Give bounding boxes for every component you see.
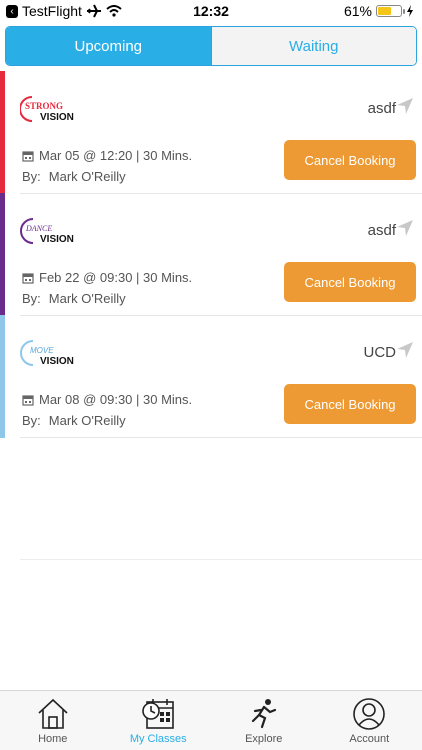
by-label: By: xyxy=(22,169,41,184)
calendar-icon xyxy=(22,394,34,406)
bottom-tab-bar: Home My Classes Explore Account xyxy=(0,690,422,750)
booking-list: STRONG VISION asdf Mar 05 @ 12:20 | 30 M… xyxy=(0,71,422,438)
booking-datetime-text: Feb 22 @ 09:30 | 30 Mins. xyxy=(39,270,193,285)
tab-explore[interactable]: Explore xyxy=(211,691,317,750)
tab-account-label: Account xyxy=(349,733,390,745)
by-label: By: xyxy=(22,291,41,306)
svg-text:DANCE: DANCE xyxy=(25,224,52,233)
strong-vision-logo: STRONG VISION xyxy=(20,96,74,123)
battery-percent: 61% xyxy=(343,3,372,19)
calendar-clock-icon xyxy=(142,699,175,729)
tab-account[interactable]: Account xyxy=(317,691,422,750)
booking-segment-control: Upcoming Waiting xyxy=(5,26,417,66)
by-label: By: xyxy=(22,413,41,428)
status-bar: ‹ TestFlight 12:32 61% xyxy=(0,0,422,22)
svg-text:VISION: VISION xyxy=(40,234,74,245)
booking-card: MOVE VISION UCD Mar 08 @ 09:30 | 30 Mins… xyxy=(0,315,422,438)
home-icon xyxy=(38,698,68,729)
tab-my-classes-label: My Classes xyxy=(129,733,187,745)
runner-icon xyxy=(251,699,276,729)
svg-text:MOVE: MOVE xyxy=(30,346,54,355)
svg-text:VISION: VISION xyxy=(40,356,74,367)
move-vision-logo: MOVE VISION xyxy=(20,340,74,367)
booking-datetime-text: Mar 08 @ 09:30 | 30 Mins. xyxy=(39,392,193,407)
booking-card: DANCE VISION asdf Feb 22 @ 09:30 | 30 Mi… xyxy=(0,193,422,316)
tab-upcoming[interactable]: Upcoming xyxy=(6,27,211,65)
booking-instructor: By: Mark O'Reilly xyxy=(22,169,126,184)
dance-vision-logo: DANCE VISION xyxy=(20,218,74,245)
calendar-icon xyxy=(22,150,34,162)
battery-icon xyxy=(376,5,405,17)
cancel-booking-button[interactable]: Cancel Booking xyxy=(284,384,416,424)
booking-datetime: Mar 05 @ 12:20 | 30 Mins. xyxy=(22,148,192,163)
booking-location: UCD xyxy=(363,344,397,361)
instructor-name: Mark O'Reilly xyxy=(48,291,126,306)
instructor-name: Mark O'Reilly xyxy=(48,169,126,184)
svg-text:VISION: VISION xyxy=(40,112,74,123)
location-arrow-icon[interactable] xyxy=(396,219,414,237)
location-arrow-icon[interactable] xyxy=(396,97,414,115)
tab-home[interactable]: Home xyxy=(0,691,106,750)
booking-location: asdf xyxy=(367,100,396,117)
booking-location: asdf xyxy=(367,222,396,239)
booking-card: STRONG VISION asdf Mar 05 @ 12:20 | 30 M… xyxy=(0,71,422,194)
cancel-booking-button[interactable]: Cancel Booking xyxy=(284,262,416,302)
instructor-name: Mark O'Reilly xyxy=(48,413,126,428)
status-right: 61% xyxy=(344,3,414,19)
tab-waiting[interactable]: Waiting xyxy=(210,27,416,65)
booking-instructor: By: Mark O'Reilly xyxy=(22,413,126,428)
calendar-icon xyxy=(22,272,34,284)
card-accent-bar xyxy=(0,193,5,316)
svg-text:STRONG: STRONG xyxy=(25,101,63,111)
user-icon xyxy=(353,698,386,730)
booking-datetime: Feb 22 @ 09:30 | 30 Mins. xyxy=(22,270,192,285)
cancel-booking-button[interactable]: Cancel Booking xyxy=(284,140,416,180)
tab-explore-label: Explore xyxy=(245,733,283,745)
booking-datetime-text: Mar 05 @ 12:20 | 30 Mins. xyxy=(39,148,193,163)
charging-bolt-icon xyxy=(407,5,413,17)
tab-home-label: Home xyxy=(38,733,68,745)
booking-datetime: Mar 08 @ 09:30 | 30 Mins. xyxy=(22,392,192,407)
card-accent-bar xyxy=(0,71,5,194)
booking-instructor: By: Mark O'Reilly xyxy=(22,291,126,306)
tab-my-classes[interactable]: My Classes xyxy=(106,691,212,750)
card-accent-bar xyxy=(0,315,5,438)
battery-level xyxy=(378,7,392,15)
list-divider xyxy=(20,559,422,560)
location-arrow-icon[interactable] xyxy=(396,341,414,359)
